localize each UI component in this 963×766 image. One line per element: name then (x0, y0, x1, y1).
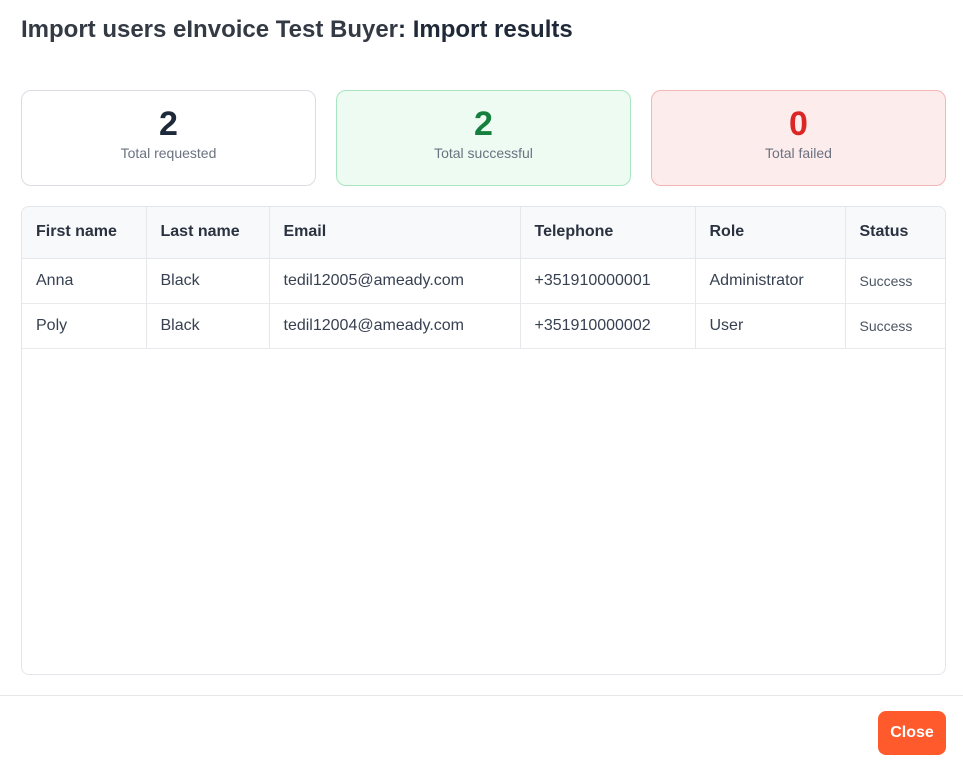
cell-email: tedil12005@ameady.com (269, 258, 521, 303)
total-requested-value: 2 (159, 105, 178, 143)
import-results-dialog: Import users eInvoice Test Buyer: Import… (0, 0, 963, 766)
cell-last-name: Black (146, 258, 270, 303)
table-row: Anna Black tedil12005@ameady.com +351910… (22, 258, 945, 303)
table-row: Poly Black tedil12004@ameady.com +351910… (22, 303, 945, 348)
column-header-last-name: Last name (146, 207, 270, 258)
total-requested-card: 2 Total requested (21, 90, 316, 186)
cell-status: Success (859, 317, 913, 334)
cell-last-name: Black (146, 303, 270, 348)
total-failed-card: 0 Total failed (651, 90, 946, 186)
total-failed-label: Total failed (765, 145, 832, 161)
dialog-title: Import users eInvoice Test Buyer: Import… (21, 14, 573, 46)
cell-role: Administrator (695, 258, 846, 303)
column-header-telephone: Telephone (520, 207, 696, 258)
results-table-container[interactable]: First name Last name Email Telephone Rol… (21, 206, 946, 675)
cell-status: Success (859, 272, 913, 289)
dialog-title-prefix: Import users eInvoice Test Buyer (21, 16, 399, 43)
total-successful-label: Total successful (434, 145, 533, 161)
total-successful-card: 2 Total successful (336, 90, 631, 186)
column-header-first-name: First name (22, 207, 147, 258)
column-header-role: Role (695, 207, 846, 258)
dialog-title-suffix: Import results (412, 16, 573, 43)
table-header-row: First name Last name Email Telephone Rol… (22, 207, 945, 258)
summary-cards: 2 Total requested 2 Total successful 0 T… (21, 90, 946, 186)
column-header-status: Status (859, 223, 909, 241)
cell-telephone: +351910000002 (520, 303, 696, 348)
close-button[interactable]: Close (878, 711, 946, 755)
cell-telephone: +351910000001 (520, 258, 696, 303)
footer-divider (0, 695, 963, 696)
cell-role: User (695, 303, 846, 348)
cell-first-name: Poly (22, 303, 147, 348)
total-requested-label: Total requested (120, 145, 217, 161)
total-failed-value: 0 (789, 105, 808, 143)
dialog-title-separator: : (398, 16, 407, 43)
cell-email: tedil12004@ameady.com (269, 303, 521, 348)
total-successful-value: 2 (474, 105, 493, 143)
cell-first-name: Anna (22, 258, 147, 303)
column-header-email: Email (269, 207, 521, 258)
results-table: First name Last name Email Telephone Rol… (22, 207, 945, 349)
